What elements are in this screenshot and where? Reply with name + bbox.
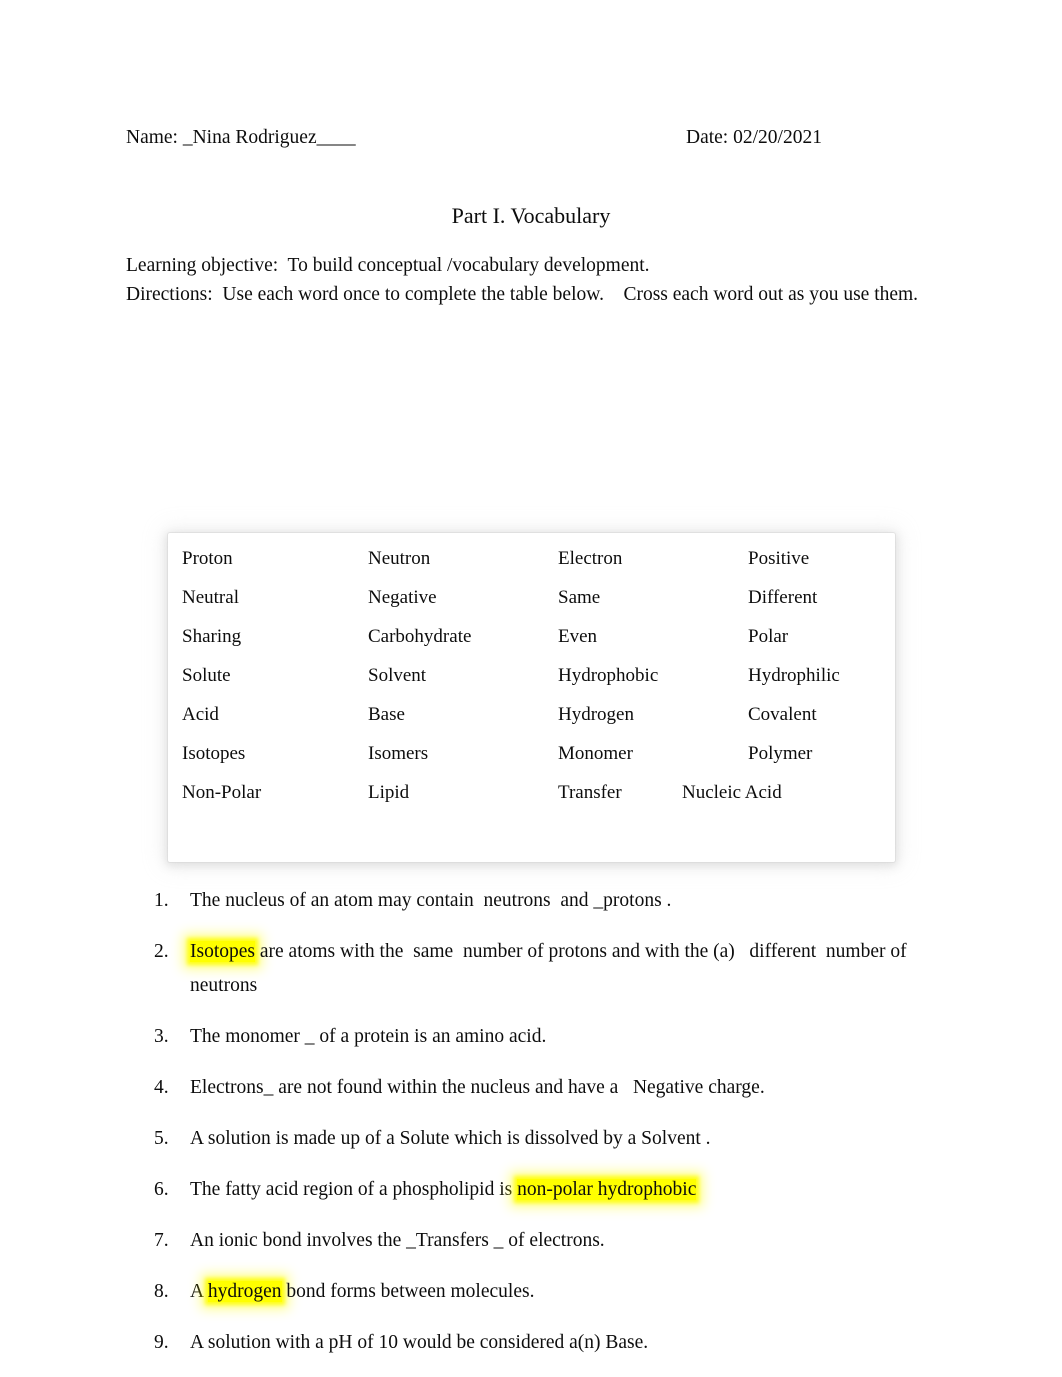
question-text: A solution with a pH of 10 would be cons… <box>190 1326 940 1360</box>
question-number: 8. <box>154 1281 169 1302</box>
word-bank-panel: Proton Neutron Electron Positive Neutral Nega… <box>168 533 895 862</box>
question-number: 6. <box>154 1179 169 1200</box>
question-item: 7. An ionic bond involves the _Transfers … <box>140 1224 940 1258</box>
word-bank-term: Different <box>748 587 818 608</box>
word-bank-term: Proton <box>182 548 233 569</box>
question-text: The monomer _ of a protein is an amino a… <box>190 1020 940 1054</box>
question-text: An ionic bond involves the _Transfers _ … <box>190 1224 940 1258</box>
word-bank-term: Polymer <box>748 743 813 764</box>
question-text-segment: The nucleus of an atom may contain neutr… <box>190 890 672 911</box>
question-text: A hydrogen bond forms between molecules. <box>190 1275 940 1309</box>
word-bank-term: Hydrogen <box>558 704 634 725</box>
word-bank-term: Solvent <box>368 665 427 686</box>
question-text: Electrons_ are not found within the nucl… <box>190 1071 940 1105</box>
question-item: 1. The nucleus of an atom may contain neu… <box>140 884 940 918</box>
question-number: 9. <box>154 1332 169 1353</box>
question-text: The fatty acid region of a phospholipid … <box>190 1173 940 1207</box>
question-text-segment: The fatty acid region of a phospholipid … <box>190 1179 518 1200</box>
word-bank-term: Isotopes <box>182 743 246 764</box>
question-text-segment: A solution with a pH of 10 would be cons… <box>190 1332 649 1353</box>
word-bank-term: Monomer <box>558 743 633 764</box>
question-item: 5. A solution is made up of a Solute whic… <box>140 1122 940 1156</box>
question-text-segment: Electrons_ are not found within the nucl… <box>190 1077 765 1098</box>
highlighted-answer: non-polar hydrophobic <box>517 1179 697 1200</box>
word-bank-term: Base <box>368 704 405 725</box>
word-bank-term: Sharing <box>182 626 242 647</box>
word-bank-term: Acid <box>182 704 219 725</box>
question-number: 2. <box>154 941 169 962</box>
question-item: 3. The monomer _ of a protein is an amino… <box>140 1020 940 1054</box>
directions-text: Directions: Use each word once to comple… <box>126 284 919 305</box>
word-bank-term: Hydrophobic <box>558 665 659 686</box>
question-item: 4. Electrons_ are not found within the nu… <box>140 1071 940 1105</box>
word-bank-term: Transfer <box>558 782 622 803</box>
question-text-segment: A solution is made up of a Solute which … <box>190 1128 711 1149</box>
highlighted-answer: hydrogen <box>207 1281 282 1302</box>
question-text-segment: The monomer _ of a protein is an amino a… <box>190 1026 547 1047</box>
date-field: Date: 02/20/2021 <box>686 127 822 148</box>
question-text: The nucleus of an atom may contain neutr… <box>190 884 940 918</box>
word-bank-term: Even <box>558 626 598 647</box>
instructions-block: Learning objective: To build conceptual … <box>126 251 926 309</box>
question-item: 6. The fatty acid region of a phospholipi… <box>140 1173 940 1207</box>
word-bank-term: Lipid <box>368 782 410 803</box>
question-text-segment: A <box>190 1281 208 1302</box>
question-item: 8. A hydrogen bond forms between molecule… <box>140 1275 940 1309</box>
word-bank-grid: Proton Neutron Electron Positive Neutral Nega… <box>168 533 895 862</box>
student-name-field: Name: _Nina Rodriguez____ <box>126 127 356 148</box>
word-bank-term: Nucleic Acid <box>682 782 782 803</box>
word-bank-term: Positive <box>748 548 810 569</box>
word-bank-term: Hydrophilic <box>748 665 840 686</box>
word-bank-term: Neutron <box>368 548 431 569</box>
question-text: Isotopes are atoms with the same number … <box>190 935 940 1003</box>
document-header: Name: _Nina Rodriguez____ Date: 02/20/20… <box>126 124 936 152</box>
question-list: 1. The nucleus of an atom may contain neu… <box>140 884 940 1377</box>
question-number: 7. <box>154 1230 169 1251</box>
worksheet-page: { "header": { "name_label": "Name: _Nina… <box>0 0 1062 1377</box>
word-bank-term: Same <box>558 587 601 608</box>
question-item: 9. A solution with a pH of 10 would be co… <box>140 1326 940 1360</box>
question-number: 5. <box>154 1128 169 1149</box>
question-item: 2. Isotopes are atoms with the same numbe… <box>140 935 940 1003</box>
word-bank-term: Non-Polar <box>182 782 262 803</box>
question-text-segment: bond forms between molecules. <box>281 1281 535 1302</box>
learning-objective-text: Learning objective: To build conceptual … <box>126 255 650 276</box>
question-number: 4. <box>154 1077 169 1098</box>
question-number: 1. <box>154 890 169 911</box>
highlighted-answer: Isotopes <box>190 941 255 962</box>
word-bank-term: Solute <box>182 665 231 686</box>
question-text-segment: are atoms with the same number of proton… <box>190 941 912 996</box>
word-bank-term: Electron <box>558 548 623 569</box>
question-text: A solution is made up of a Solute which … <box>190 1122 940 1156</box>
word-bank-term: Negative <box>368 587 437 608</box>
question-number: 3. <box>154 1026 169 1047</box>
word-bank-term: Covalent <box>748 704 817 725</box>
word-bank-term: Neutral <box>182 587 239 608</box>
question-text-segment: An ionic bond involves the _Transfers _ … <box>190 1230 605 1251</box>
word-bank-term: Carbohydrate <box>368 626 472 647</box>
word-bank-term: Isomers <box>368 743 429 764</box>
word-bank-term: Polar <box>748 626 789 647</box>
page-title: Part I. Vocabulary <box>451 203 611 228</box>
